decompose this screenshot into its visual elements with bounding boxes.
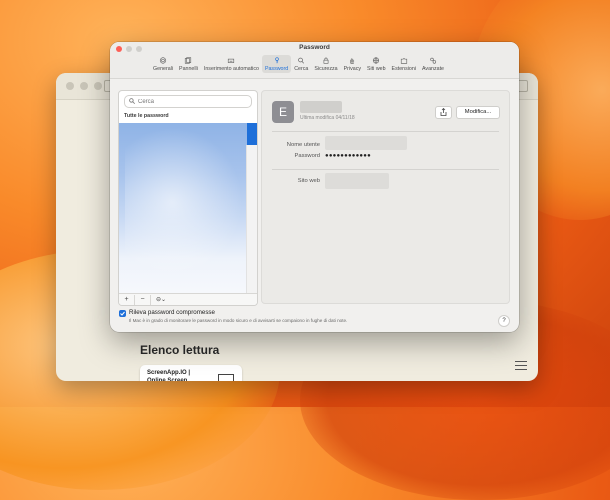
checkmark-icon bbox=[120, 311, 125, 316]
tab-generali[interactable]: Generali bbox=[150, 55, 176, 73]
puzzle-icon bbox=[400, 58, 407, 64]
help-button[interactable]: ? bbox=[498, 315, 510, 327]
password-preferences-window: Password Generali Pannelli Inserimento a… bbox=[110, 42, 519, 332]
tab-siti-web[interactable]: Siti web bbox=[364, 55, 389, 73]
tab-label: Sicurezza bbox=[314, 66, 338, 72]
reading-list-title: Elenco lettura bbox=[140, 343, 220, 357]
search-icon bbox=[129, 98, 135, 104]
tabs-icon bbox=[185, 57, 192, 64]
blurred-list-items bbox=[125, 127, 243, 277]
key-icon bbox=[274, 57, 279, 64]
detect-compromised-checkbox[interactable] bbox=[119, 310, 126, 317]
search-input[interactable] bbox=[138, 96, 238, 107]
autofill-icon bbox=[228, 58, 235, 63]
divider bbox=[272, 169, 499, 170]
username-label: Nome utente bbox=[286, 142, 320, 148]
last-modified-text: Ultima modifica 04/11/18 bbox=[300, 115, 355, 121]
password-value[interactable]: ●●●●●●●●●●●● bbox=[325, 153, 371, 159]
selected-row-indicator[interactable] bbox=[247, 123, 257, 145]
preferences-tabs: Generali Pannelli Inserimento automatico… bbox=[150, 55, 447, 73]
add-button[interactable]: + bbox=[119, 294, 135, 305]
detect-compromised-description: Il Mac è in grado di monitorare le passw… bbox=[129, 318, 348, 323]
tab-sicurezza[interactable]: Sicurezza bbox=[311, 55, 340, 73]
tab-label: Inserimento automatico bbox=[203, 66, 259, 72]
reading-list-item-title: ScreenApp.IO | Online Screen Recorder... bbox=[147, 370, 191, 381]
preferences-toolbar: Password Generali Pannelli Inserimento a… bbox=[110, 42, 519, 79]
site-avatar: E bbox=[272, 101, 294, 123]
tab-avanzate[interactable]: Avanzate bbox=[419, 55, 447, 73]
password-list-pane: Tutte le password + − ⊖⌄ bbox=[118, 90, 258, 306]
website-label: Sito web bbox=[297, 178, 320, 184]
detect-compromised-label: Rileva password compromesse bbox=[129, 309, 215, 316]
reading-list-item[interactable]: ScreenApp.IO | Online Screen Recorder... bbox=[140, 365, 242, 381]
lock-icon bbox=[323, 57, 329, 64]
list-section-header: Tutte le password bbox=[124, 113, 169, 119]
search-icon bbox=[298, 57, 305, 64]
list-action-bar: + − ⊖⌄ bbox=[119, 293, 257, 305]
tab-inserimento-automatico[interactable]: Inserimento automatico bbox=[201, 55, 262, 73]
tab-label: Generali bbox=[153, 66, 174, 72]
tab-label: Siti web bbox=[367, 66, 386, 72]
thumbnail-icon bbox=[218, 374, 234, 381]
globe-icon bbox=[373, 57, 380, 64]
tab-cerca[interactable]: Cerca bbox=[291, 55, 311, 73]
edit-button[interactable]: Modifica... bbox=[456, 106, 500, 119]
tab-label: Estensioni bbox=[391, 66, 416, 72]
window-title: Password bbox=[299, 44, 330, 51]
tab-label: Privacy bbox=[343, 66, 361, 72]
tab-estensioni[interactable]: Estensioni bbox=[389, 55, 419, 73]
background-traffic-lights bbox=[66, 82, 102, 90]
password-label: Password bbox=[294, 153, 320, 159]
tab-privacy[interactable]: Privacy bbox=[341, 55, 364, 73]
more-options-button[interactable]: ⊖⌄ bbox=[151, 295, 171, 305]
gear-icon bbox=[159, 57, 167, 64]
sliders-icon[interactable] bbox=[515, 359, 527, 371]
tab-label: Password bbox=[264, 66, 289, 72]
tab-password[interactable]: Password bbox=[261, 55, 292, 73]
password-list[interactable] bbox=[119, 123, 257, 293]
tab-pannelli[interactable]: Pannelli bbox=[176, 55, 201, 73]
tab-label: Cerca bbox=[294, 66, 309, 72]
website-value-redacted[interactable] bbox=[325, 173, 389, 189]
divider bbox=[272, 131, 499, 132]
share-button[interactable] bbox=[435, 106, 452, 119]
username-value-redacted[interactable] bbox=[325, 136, 407, 150]
search-field[interactable] bbox=[124, 95, 252, 108]
tab-label: Pannelli bbox=[179, 66, 198, 72]
share-icon bbox=[440, 108, 447, 116]
hand-icon bbox=[350, 58, 355, 64]
tab-label: Avanzate bbox=[422, 66, 444, 72]
site-name-redacted bbox=[300, 101, 342, 113]
password-detail-pane: E Ultima modifica 04/11/18 Modifica... N… bbox=[261, 90, 510, 304]
remove-button[interactable]: − bbox=[135, 294, 151, 305]
gears-icon bbox=[430, 57, 437, 64]
scrollbar[interactable] bbox=[246, 145, 257, 293]
